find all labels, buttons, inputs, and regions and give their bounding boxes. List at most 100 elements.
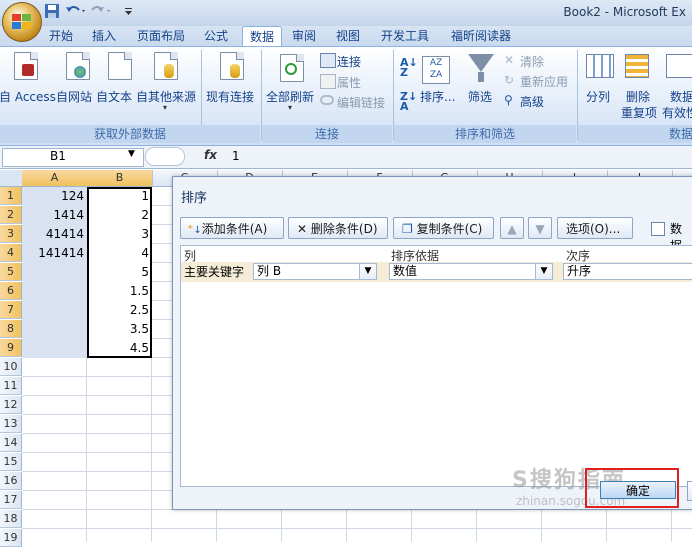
sort-on-select[interactable]: 数值 ▼ [389,263,553,280]
row-header[interactable]: 9 [0,339,22,357]
sort-descending-icon[interactable]: Z↓ A [400,91,417,112]
chevron-down-icon[interactable]: ▼ [359,264,376,279]
from-access-label[interactable]: 自 Access [0,88,56,105]
cell-a3[interactable]: 41414 [22,225,87,244]
row-header[interactable]: 4 [0,244,22,262]
tab-developer[interactable]: 开发工具 [376,26,434,46]
cell-a2[interactable]: 1414 [22,206,87,225]
row-header[interactable]: 8 [0,320,22,338]
tab-page-layout[interactable]: 页面布局 [132,26,190,46]
header-checkbox[interactable] [651,222,665,236]
ok-button-highlight [585,468,679,508]
row-header[interactable]: 5 [0,263,22,281]
move-down-button[interactable]: ▼ [528,217,552,239]
save-icon[interactable] [44,3,60,21]
move-up-button[interactable]: ▲ [500,217,524,239]
row-header[interactable]: 10 [0,358,22,376]
from-web-label[interactable]: 自网站 [56,88,92,105]
edit-links-button[interactable]: 编辑链接 [337,94,385,111]
tab-view[interactable]: 视图 [332,26,364,46]
properties-button[interactable]: 属性 [337,74,361,91]
cell-a4[interactable]: 141414 [22,244,87,263]
tab-home[interactable]: 开始 [44,26,78,46]
reapply-button[interactable]: 重新应用 [520,73,568,90]
tab-foxit-reader[interactable]: 福昕阅读器 [446,26,516,46]
row-header[interactable]: 7 [0,301,22,319]
data-validation-label-2[interactable]: 有效性 [662,104,692,121]
cell-b2[interactable]: 2 [87,206,152,225]
row-header[interactable]: 13 [0,415,22,433]
row-header[interactable]: 19 [0,529,22,547]
tab-data[interactable]: 数据 [242,26,282,47]
text-file-icon [108,52,132,80]
cell-b4[interactable]: 4 [87,244,152,263]
group-label-sort-filter: 排序和筛选 [394,125,576,143]
formula-input[interactable]: 1 [232,149,240,163]
copy-level-button[interactable]: ❐ 复制条件(C) [393,217,494,239]
tab-review[interactable]: 审阅 [288,26,320,46]
cell-b1[interactable]: 1 [87,187,152,206]
refresh-dropdown-icon[interactable]: ▾ [288,103,292,112]
text-to-columns-button[interactable]: 分列 [586,88,610,105]
connections-button[interactable]: 连接 [337,53,361,70]
name-box[interactable] [2,148,144,167]
tab-insert[interactable]: 插入 [88,26,120,46]
sort-button[interactable]: 排序... [420,88,455,105]
redo-icon[interactable] [90,3,114,21]
row-header[interactable]: 12 [0,396,22,414]
row-header[interactable]: 2 [0,206,22,224]
globe-icon [74,66,86,78]
row-header[interactable]: 18 [0,510,22,528]
row-header[interactable]: 6 [0,282,22,300]
clear-icon: ✕ [504,53,515,67]
cell-a1[interactable]: 124 [22,187,87,206]
row-header[interactable]: 15 [0,453,22,471]
delete-icon: ✕ [297,222,308,236]
cell-b7[interactable]: 2.5 [87,301,152,320]
cell-b3[interactable]: 3 [87,225,152,244]
clear-button[interactable]: 清除 [520,53,544,70]
sort-ascending-icon[interactable]: A↓ Z [400,57,418,78]
other-sources-dropdown-icon[interactable]: ▾ [163,103,167,112]
cell-b5[interactable]: 5 [87,263,152,282]
existing-connections-label[interactable]: 现有连接 [206,88,254,105]
cell-b9[interactable]: 4.5 [87,339,152,358]
filter-stem-icon [478,72,484,82]
tab-formulas[interactable]: 公式 [200,26,232,46]
row-header[interactable]: 1 [0,187,22,205]
cell-b8[interactable]: 3.5 [87,320,152,339]
order-select[interactable]: 升序 [563,263,692,280]
data-validation-label-1[interactable]: 数据 [670,88,692,105]
advanced-filter-button[interactable]: 高级 [520,93,544,110]
insert-function-icon[interactable]: fx [204,148,217,162]
customize-quick-access-icon[interactable] [124,3,134,21]
row-header[interactable]: 16 [0,472,22,490]
delete-level-button[interactable]: ✕ 删除条件(D) [288,217,388,239]
row-header[interactable]: 11 [0,377,22,395]
add-level-button[interactable]: ⁺↓添加条件(A) [180,217,284,239]
options-button[interactable]: 选项(O)... [557,217,633,239]
copy-level-label: 复制条件(C) [416,222,483,236]
filter-button[interactable]: 筛选 [468,88,492,105]
from-text-label[interactable]: 自文本 [96,88,132,105]
undo-icon[interactable] [64,3,88,21]
select-all-button[interactable] [0,170,23,186]
window-title: Book2 - Microsoft Ex [563,5,686,19]
column-header-a[interactable]: A [22,170,88,186]
formula-bar-expand-handle[interactable] [145,147,185,166]
row-header[interactable]: 14 [0,434,22,452]
cancel-button[interactable] [687,481,692,501]
chevron-down-icon[interactable]: ▼ [535,264,552,279]
sort-column-select[interactable]: 列 B ▼ [253,263,377,280]
sort-column-value: 列 B [257,264,282,278]
office-button[interactable] [2,2,42,42]
column-header-b[interactable]: B [87,170,153,186]
copy-icon: ❐ [402,222,413,236]
remove-duplicates-label-1[interactable]: 删除 [626,88,650,105]
name-box-dropdown-icon[interactable]: ▼ [128,149,135,159]
row-header[interactable]: 3 [0,225,22,243]
row-header[interactable]: 17 [0,491,22,509]
cell-b6[interactable]: 1.5 [87,282,152,301]
remove-duplicates-label-2[interactable]: 重复项 [621,104,657,121]
group-label-data-tools-text: 数据 [668,127,692,141]
